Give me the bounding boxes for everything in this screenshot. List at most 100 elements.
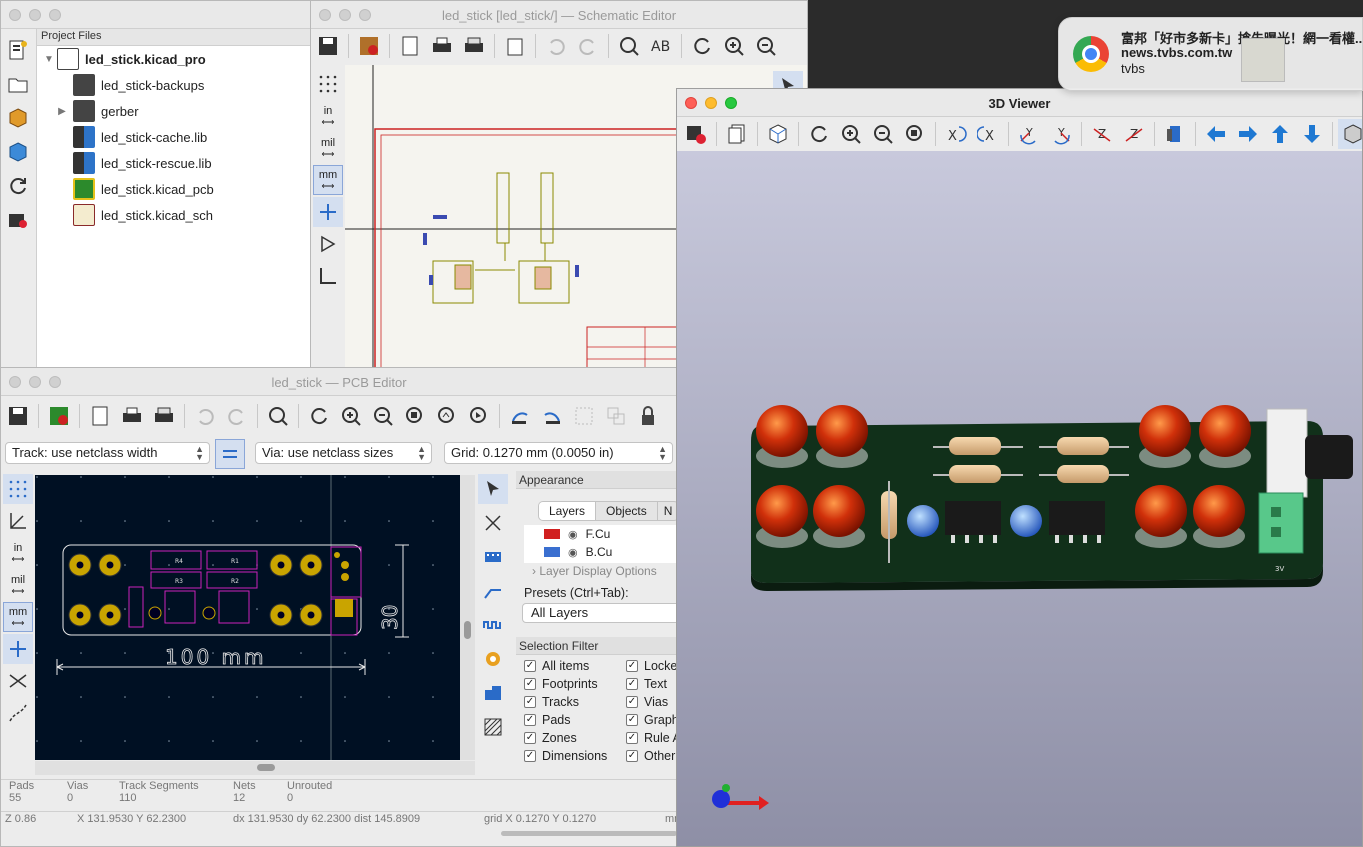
tree-item-gerber[interactable]: ▶ gerber [37,98,311,124]
tree-item-project[interactable]: ▼ led_stick.kicad_pro [37,46,311,72]
plot-icon[interactable] [149,401,179,431]
lock-icon[interactable] [633,401,663,431]
open-project-icon[interactable] [3,69,33,99]
zoom-in-icon[interactable] [836,119,866,149]
board-setup-icon[interactable] [44,401,74,431]
zoom-fit-icon[interactable] [400,401,430,431]
track-width-select[interactable]: Track: use netclass width ▲ ▼ [5,442,210,464]
filter-graphics[interactable]: ✓ Graph [626,711,677,729]
line-mode-icon[interactable] [313,261,343,291]
window-controls[interactable] [9,9,61,21]
chevron-right-icon[interactable]: ▶ [51,106,73,117]
layer-row[interactable]: ◉ F.Cu [524,525,677,543]
move-left-icon[interactable] [1201,119,1231,149]
rotate-x-ccw-icon[interactable]: X [973,119,1003,149]
zoom-objects-icon[interactable] [432,401,462,431]
route-track-icon[interactable] [478,576,508,606]
move-down-icon[interactable] [1297,119,1327,149]
rotate-cw-icon[interactable] [537,401,567,431]
units-mm-button[interactable]: mm ⟷ [3,602,33,632]
move-up-icon[interactable] [1265,119,1295,149]
filter-locked[interactable]: ✓ Locke [626,657,677,675]
3d-scene[interactable]: 3V [677,151,1362,846]
filter-pads[interactable]: ✓ Pads [524,711,607,729]
tree-item-sch[interactable]: led_stick.kicad_sch [37,202,311,228]
open-folder-red-icon[interactable] [3,205,33,235]
filter-rule-areas[interactable]: ✓ Rule A [626,729,677,747]
chrome-notification[interactable]: 富邦「好市多新卡」搶先曝光！網一看權... news.tvbs.com.tw t… [1058,17,1363,91]
pcb-canvas[interactable]: R4 R1 R3 R2 100 mm 30 [35,475,460,760]
cursor-crosshair-icon[interactable] [3,634,33,664]
filter-tracks[interactable]: ✓ Tracks [524,693,607,711]
layer-display-options[interactable]: › Layer Display Options [532,564,657,578]
page-settings-icon[interactable] [395,31,425,61]
move-right-icon[interactable] [1233,119,1263,149]
rotate-z-cw-icon[interactable]: Z [1087,119,1117,149]
copy-image-icon[interactable] [722,119,752,149]
layer-row[interactable]: ◉ B.Cu [524,543,677,561]
add-keepout-icon[interactable] [478,712,508,742]
zoom-out-icon[interactable] [368,401,398,431]
find-replace-icon[interactable]: AB [646,31,676,61]
zoom-out-icon[interactable] [868,119,898,149]
rotate-y-cw-icon[interactable]: Y [1014,119,1044,149]
rotate-y-ccw-icon[interactable]: Y [1046,119,1076,149]
refresh-icon[interactable] [687,31,717,61]
add-footprint-icon[interactable] [478,542,508,572]
filter-all-items[interactable]: ✓ All items [524,657,607,675]
units-mil-button[interactable]: mil ⟷ [313,133,343,163]
hidden-pins-icon[interactable] [313,229,343,259]
horizontal-scrollbar[interactable] [35,761,475,775]
save-icon[interactable] [3,401,33,431]
rotate-ccw-icon[interactable] [505,401,535,431]
filter-zones[interactable]: ✓ Zones [524,729,607,747]
eye-icon[interactable]: ◉ [568,528,578,541]
find-icon[interactable] [614,31,644,61]
flip-board-icon[interactable] [1160,119,1190,149]
zoom-out-icon[interactable] [751,31,781,61]
zoom-fit-icon[interactable] [900,119,930,149]
zoom-in-icon[interactable] [719,31,749,61]
units-inch-button[interactable]: in ⟷ [3,538,33,568]
vertical-scrollbar[interactable] [460,475,475,760]
status-scrollbar[interactable] [501,831,677,836]
auto-track-width-icon[interactable] [215,439,245,469]
via-size-select[interactable]: Via: use netclass sizes ▲ ▼ [255,442,432,464]
filter-footprints[interactable]: ✓ Footprints [524,675,607,693]
chevron-down-icon[interactable]: ▼ [41,54,57,65]
tree-item-cache-lib[interactable]: led_stick-cache.lib [37,124,311,150]
units-mm-button[interactable]: mm ⟷ [313,165,343,195]
rotate-z-ccw-icon[interactable]: Z [1119,119,1149,149]
refresh-icon[interactable] [3,171,33,201]
undo-icon[interactable] [190,401,220,431]
ungroup-icon[interactable] [601,401,631,431]
schematic-setup-icon[interactable] [354,31,384,61]
grid-select[interactable]: Grid: 0.1270 mm (0.0050 in) ▲ ▼ [444,442,673,464]
layer-color-swatch[interactable] [544,547,560,557]
filter-dimensions[interactable]: ✓ Dimensions [524,747,607,765]
local-ratsnest-icon[interactable] [478,508,508,538]
units-inch-button[interactable]: in ⟷ [313,101,343,131]
ratsnest-icon[interactable] [3,666,33,696]
plot-icon[interactable] [459,31,489,61]
page-settings-icon[interactable] [85,401,115,431]
layer-color-swatch[interactable] [544,529,560,539]
tree-item-backups[interactable]: led_stick-backups [37,72,311,98]
add-zone-icon[interactable] [478,678,508,708]
print-icon[interactable] [427,31,457,61]
presets-select[interactable]: All Layers [522,603,677,623]
tab-nets[interactable]: N [656,502,677,520]
tab-objects[interactable]: Objects [595,502,657,520]
undo-icon[interactable] [541,31,571,61]
filter-vias[interactable]: ✓ Vias [626,693,677,711]
cursor-crosshair-icon[interactable] [313,197,343,227]
new-project-icon[interactable] [3,35,33,65]
curved-ratsnest-icon[interactable] [3,698,33,728]
rotate-x-cw-icon[interactable]: X [941,119,971,149]
3d-settings-icon[interactable] [763,119,793,149]
export-image-icon[interactable] [681,119,711,149]
tree-item-pcb[interactable]: led_stick.kicad_pcb [37,176,311,202]
zoom-selection-icon[interactable] [464,401,494,431]
grid-icon[interactable] [313,69,343,99]
select-tool-icon[interactable] [478,474,508,504]
